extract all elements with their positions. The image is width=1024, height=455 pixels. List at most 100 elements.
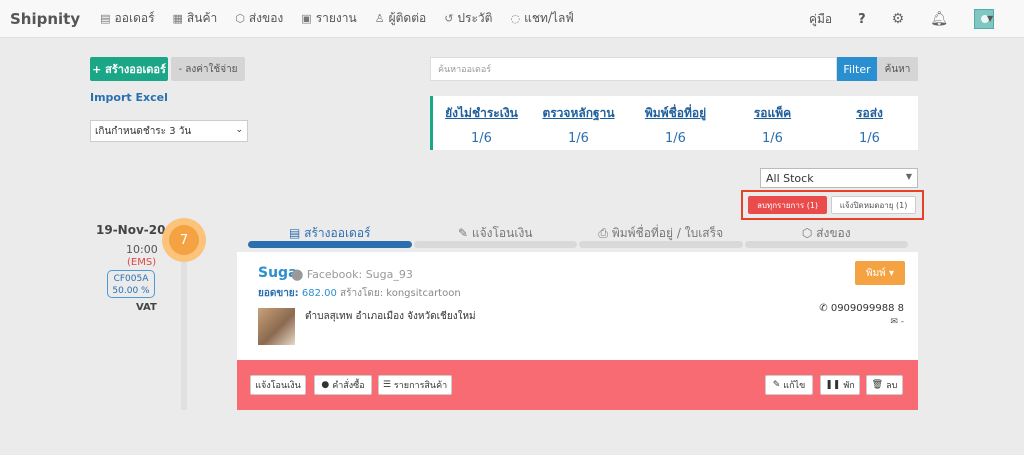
step-label: พิมพ์ชื่อที่อยู่ / ใบเสร็จ	[611, 226, 724, 240]
product-icon: ▦	[172, 12, 183, 25]
order-icon: ▤	[100, 12, 111, 25]
history-icon: ↺	[444, 12, 454, 25]
stock-filter-select[interactable]: All Stock ▼	[760, 168, 918, 188]
order-status-summary: ยังไม่ชำระเงิน 1/6 ตรวจหลักฐาน 1/6 พิมพ์ชื…	[430, 96, 918, 150]
notify-transfer-button[interactable]: แจ้งโอนเงิน	[250, 375, 306, 395]
stat-value: 1/6	[762, 131, 783, 146]
product-list-label: รายการสินค้า	[393, 381, 448, 391]
order-icon: ▤	[289, 226, 305, 240]
report-icon: ▣	[301, 12, 312, 25]
rate-text: 50.00 %	[112, 286, 150, 296]
stat-label: พิมพ์ชื่อที่อยู่	[644, 106, 707, 120]
stat-check-proof[interactable]: ตรวจหลักฐาน 1/6	[530, 96, 627, 150]
order-time: 10:00	[126, 243, 158, 256]
manual-link[interactable]: คู่มือ	[809, 10, 832, 29]
nav-item-shipping[interactable]: ⬡ ส่งของ	[235, 9, 283, 28]
printer-icon: ⎙	[598, 226, 612, 240]
record-expense-button[interactable]: - ลงค่าใช้จ่าย	[171, 57, 245, 81]
stat-value: 1/6	[859, 131, 880, 146]
nav-item-history[interactable]: ↺ ประวัติ	[444, 9, 492, 28]
chevron-down-icon: ▼	[905, 172, 912, 181]
stat-waiting-pack[interactable]: รอแพ็ค 1/6	[724, 96, 821, 150]
stat-value: 1/6	[471, 131, 492, 146]
customer-address: ตำบลสุเทพ อำเภอเมือง จังหวัดเชียงใหม่	[305, 311, 476, 322]
nav-label: ประวัติ	[457, 11, 493, 25]
order-card: Suga ⬤ Facebook: Suga_93 ยอดขาย: 682.00 …	[237, 252, 918, 410]
brand-logo[interactable]: Shipnity	[10, 10, 80, 28]
stat-label: ตรวจหลักฐาน	[542, 106, 615, 120]
trash-icon: 🗑︎	[871, 380, 884, 390]
step-bar	[579, 241, 743, 248]
search-input[interactable]: ค้นหาออเดอร์	[430, 57, 837, 81]
nav-label: แชท/ไลฟ์	[524, 11, 574, 25]
nav-item-chat[interactable]: ◌ แชท/ไลฟ์	[510, 9, 573, 28]
nav-label: ออเดอร์	[114, 11, 155, 25]
pause-icon: ❚❚	[825, 380, 841, 390]
create-order-button[interactable]: + สร้างออเดอร์	[90, 57, 168, 81]
search-button[interactable]: ค้นหา	[877, 57, 918, 81]
nav-item-contacts[interactable]: ♙ ผู้ติดต่อ	[375, 9, 427, 28]
step-print[interactable]: ⎙ พิมพ์ชื่อที่อยู่ / ใบเสร็จ	[579, 224, 743, 248]
filter-button[interactable]: Filter	[837, 57, 877, 81]
stat-label: รอส่ง	[856, 106, 883, 120]
list-icon: ☰	[382, 380, 391, 390]
stat-label: รอแพ็ค	[753, 106, 792, 120]
tag-all-items[interactable]: ลบทุกรายการ (1)	[748, 196, 827, 214]
nav-label: ส่งของ	[248, 11, 284, 25]
stat-unpaid[interactable]: ยังไม่ชำระเงิน 1/6	[433, 96, 530, 150]
stat-value: 1/6	[665, 131, 686, 146]
nav-label: สินค้า	[186, 11, 218, 25]
nav-item-products[interactable]: ▦ สินค้า	[173, 9, 218, 28]
phone-number: ✆ 0909099988 8	[819, 303, 904, 314]
step-label: แจ้งโอนเงิน	[471, 226, 533, 240]
money-icon: ✎	[457, 226, 472, 240]
tag-expiry-notice[interactable]: แจ้งปิดหมดอายุ (1)	[831, 196, 916, 214]
step-label: สร้างออเดอร์	[304, 226, 371, 240]
print-label: พิมพ์	[866, 267, 886, 279]
import-excel-link[interactable]: Import Excel	[90, 91, 168, 104]
notify-transfer-label: แจ้งโอนเงิน	[255, 381, 301, 391]
code-text: CF005A	[113, 274, 149, 284]
product-thumbnail[interactable]	[258, 308, 295, 345]
gear-icon[interactable]: ⚙	[892, 11, 905, 27]
stat-label: ยังไม่ชำระเงิน	[445, 106, 518, 120]
nav-label: รายงาน	[315, 11, 357, 25]
nav-item-orders[interactable]: ▤ ออเดอร์	[100, 9, 154, 28]
sales-label: ยอดขาย:	[258, 288, 299, 299]
step-bar	[744, 241, 908, 248]
order-number-badge: 7	[162, 218, 206, 262]
step-notify-transfer[interactable]: ✎ แจ้งโอนเงิน	[413, 224, 577, 248]
sales-line: ยอดขาย: 682.00 สร้างโดย: kongsitcartoon	[258, 286, 461, 301]
due-filter-select[interactable]: เกินกำหนดชำระ 3 วัน ⌄	[90, 120, 248, 142]
chevron-down-icon[interactable]: ▼	[987, 14, 993, 23]
step-ship[interactable]: ⬡ ส่งของ	[744, 224, 908, 248]
edit-button[interactable]: ✎ แก้ไข	[765, 375, 813, 395]
mail-icon: ✉	[890, 317, 901, 327]
bell-icon[interactable]: 🔔︎	[930, 11, 948, 27]
due-filter-value: เกินกำหนดชำระ 3 วัน	[95, 125, 192, 137]
phone-text: 0909099988 8	[830, 303, 904, 314]
box-icon: ⬡	[235, 12, 245, 25]
order-date: 19-Nov-20	[96, 223, 166, 237]
stat-waiting-ship[interactable]: รอส่ง 1/6	[821, 96, 918, 150]
facebook-tag: ⬤ Facebook: Suga_93	[291, 268, 413, 281]
comment-label: คำสั่งซื้อ	[332, 381, 365, 391]
user-icon: ♙	[374, 12, 385, 25]
step-bar	[248, 241, 412, 248]
delete-button[interactable]: 🗑︎ ลบ	[866, 375, 903, 395]
nav-label: ผู้ติดต่อ	[388, 11, 427, 25]
order-card-footer: แจ้งโอนเงิน ● คำสั่งซื้อ ☰ รายการสินค้า ✎ แ…	[237, 360, 918, 410]
edit-icon: ✎	[772, 380, 781, 390]
order-comment-button[interactable]: ● คำสั่งซื้อ	[314, 375, 372, 395]
nav-item-reports[interactable]: ▣ รายงาน	[301, 9, 356, 28]
pause-button[interactable]: ❚❚ พัก	[820, 375, 860, 395]
help-icon[interactable]: ?	[858, 12, 866, 27]
phone-icon: ✆	[819, 303, 831, 314]
comment-icon: ●	[321, 380, 330, 390]
product-list-button[interactable]: ☰ รายการสินค้า	[378, 375, 452, 395]
step-create-order[interactable]: ▤ สร้างออเดอร์	[248, 224, 412, 248]
chevron-down-icon: ⌄	[235, 125, 243, 135]
pause-label: พัก	[843, 381, 855, 391]
stat-print-address[interactable]: พิมพ์ชื่อที่อยู่ 1/6	[627, 96, 724, 150]
print-button[interactable]: พิมพ์ ▾	[855, 261, 905, 285]
